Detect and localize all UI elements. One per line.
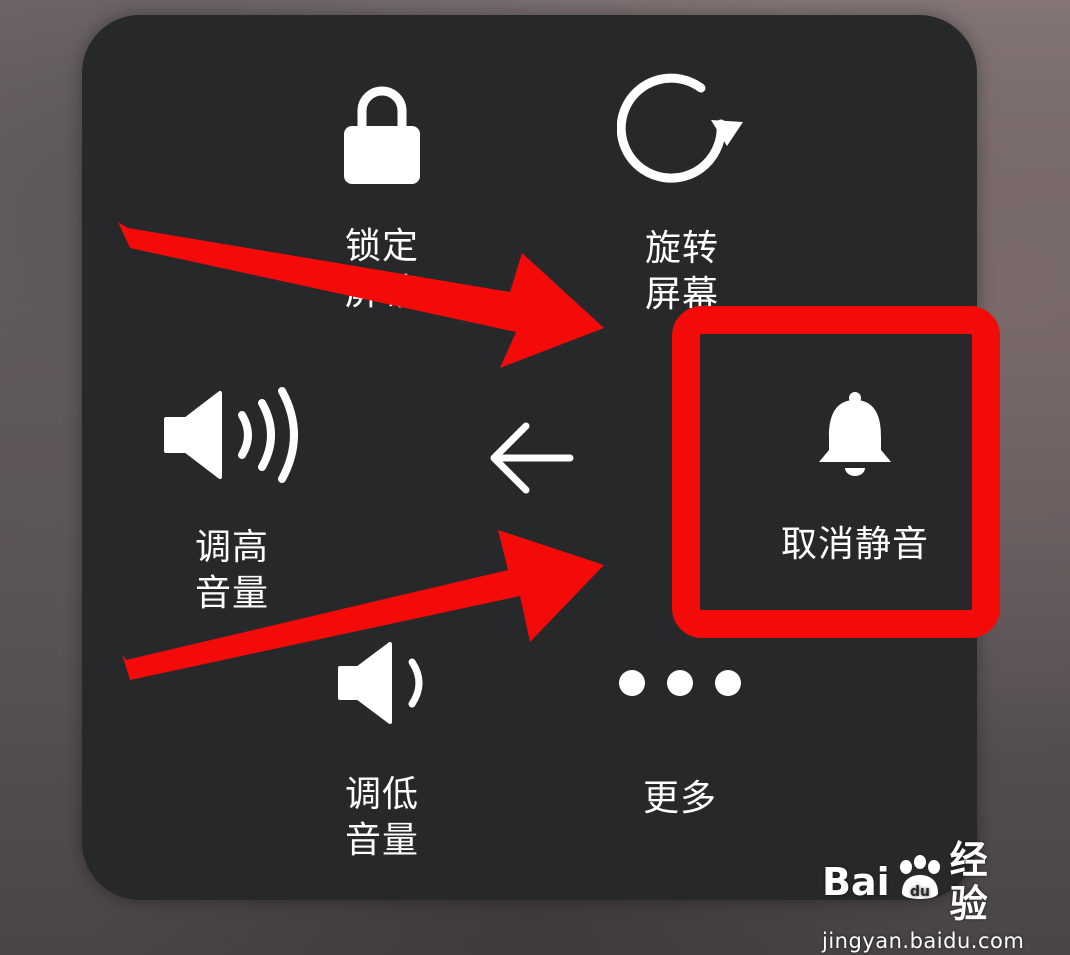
paw-icon: du xyxy=(894,854,946,910)
watermark-url: jingyan.baidu.com xyxy=(822,929,1025,953)
baidu-jingyan-watermark: Bai du 经验 jingyan.baidu.com xyxy=(822,838,1025,954)
watermark-brand-left: Bai xyxy=(822,860,890,904)
annotation-arrow-top xyxy=(118,222,604,368)
baidu-logo: Bai du 经验 xyxy=(822,838,1022,926)
unmute-highlight-box xyxy=(672,306,1000,638)
annotation-arrow-bottom xyxy=(122,530,604,680)
svg-text:du: du xyxy=(910,884,930,900)
watermark-brand-right: 经验 xyxy=(949,838,988,926)
